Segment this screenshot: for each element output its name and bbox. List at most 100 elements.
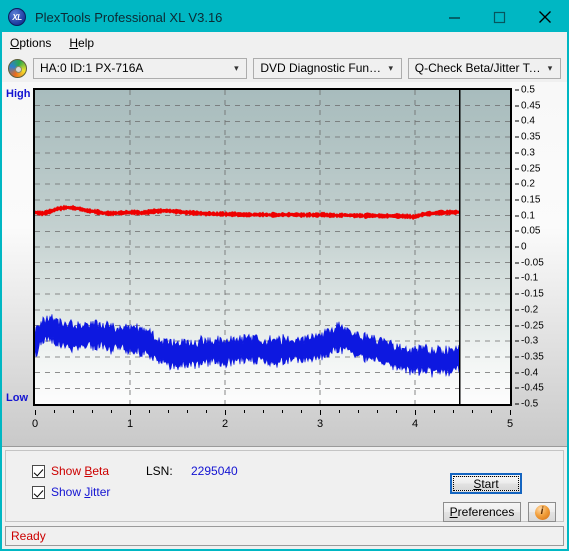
x-axis: 0 1 2 3 4 5 xyxy=(2,410,567,436)
info-button[interactable]: i xyxy=(528,502,556,522)
x-tick-mark xyxy=(282,410,283,413)
y-tick-label: -0.35 xyxy=(521,351,544,363)
x-tick-mark xyxy=(377,410,378,413)
x-tick-label: 5 xyxy=(506,418,514,430)
x-tick-label: 4 xyxy=(411,418,419,430)
close-icon[interactable] xyxy=(522,2,567,32)
y-tick-mark xyxy=(515,277,519,279)
y-tick-mark xyxy=(515,136,519,138)
lsn-value: 2295040 xyxy=(191,464,238,478)
menu-item-help[interactable]: Help xyxy=(69,36,94,50)
x-tick-mark xyxy=(130,410,131,415)
show-beta-label: Show Beta xyxy=(51,464,110,478)
y-tick-label: 0.35 xyxy=(521,131,541,143)
beta-jitter-plot xyxy=(33,88,512,406)
drive-select[interactable]: HA:0 ID:1 PX-716A ▾ xyxy=(33,57,248,79)
y-tick-mark xyxy=(515,356,519,358)
test-select[interactable]: Q-Check Beta/Jitter Test ▾ xyxy=(407,57,561,79)
toolbar: HA:0 ID:1 PX-716A ▾ DVD Diagnostic Funct… xyxy=(2,54,567,82)
x-tick-mark xyxy=(225,410,226,415)
x-tick-mark xyxy=(73,410,74,413)
y-tick-label: -0.3 xyxy=(521,335,539,347)
x-tick-mark xyxy=(453,410,454,413)
y-tick-mark xyxy=(515,168,519,169)
window-title: PlexTools Professional XL V3.16 xyxy=(35,9,223,25)
menu-item-help-label: elp xyxy=(78,36,95,50)
plot-canvas xyxy=(35,90,510,404)
y-tick-mark xyxy=(515,262,519,264)
x-tick-mark xyxy=(206,410,207,413)
chevron-down-icon: ▾ xyxy=(388,62,394,73)
y-tick-mark xyxy=(515,120,519,122)
y-tick-mark xyxy=(515,372,519,374)
x-tick-mark xyxy=(396,410,397,413)
y-tick-label: 0 xyxy=(521,241,527,253)
y-tick-label: -0.1 xyxy=(521,272,539,284)
x-tick-mark xyxy=(111,410,112,413)
y-tick-label: -0.45 xyxy=(521,382,544,394)
x-tick-label: 2 xyxy=(221,418,229,430)
show-beta-checkbox[interactable] xyxy=(32,464,45,478)
show-jitter-row[interactable]: Show Jitter xyxy=(32,485,110,499)
test-select-value: Q-Check Beta/Jitter Test xyxy=(414,61,542,75)
axis-low-label: Low xyxy=(6,392,28,404)
y-tick-mark xyxy=(515,340,519,342)
y-tick-mark xyxy=(515,89,519,91)
show-beta-row[interactable]: Show Beta xyxy=(32,464,109,478)
x-tick-mark xyxy=(263,410,264,413)
minimize-icon[interactable] xyxy=(432,2,477,32)
x-tick-mark xyxy=(168,410,169,413)
drive-select-value: HA:0 ID:1 PX-716A xyxy=(40,61,144,75)
y-tick-mark xyxy=(515,403,519,405)
x-tick-mark xyxy=(358,410,359,413)
show-jitter-checkbox[interactable] xyxy=(32,485,45,499)
x-tick-mark xyxy=(434,410,435,413)
y-tick-mark xyxy=(515,199,519,201)
x-tick-mark xyxy=(187,410,188,413)
x-tick-mark xyxy=(491,410,492,413)
x-tick-mark xyxy=(320,410,321,415)
y-tick-mark xyxy=(515,215,519,217)
y-tick-label: 0.3 xyxy=(521,147,535,159)
function-select-value: DVD Diagnostic Functions xyxy=(260,61,382,75)
info-icon: i xyxy=(534,504,550,520)
x-tick-mark xyxy=(35,410,36,415)
application-window: XL PlexTools Professional XL V3.16 Optio… xyxy=(0,0,569,551)
y-tick-mark xyxy=(515,325,519,326)
status-text: Ready xyxy=(11,529,46,543)
x-tick-mark xyxy=(339,410,340,413)
menu-item-options[interactable]: Options xyxy=(10,36,51,50)
maximize-icon[interactable] xyxy=(477,2,522,32)
menu-bar: Options Help xyxy=(2,32,567,54)
window-controls xyxy=(432,2,567,32)
chevron-down-icon: ▾ xyxy=(234,62,239,73)
function-select[interactable]: DVD Diagnostic Functions ▾ xyxy=(253,57,402,79)
y-tick-label: 0.5 xyxy=(521,84,535,96)
x-tick-label: 1 xyxy=(126,418,134,430)
y-tick-label: 0.15 xyxy=(521,194,541,206)
y-tick-label: 0.25 xyxy=(521,163,541,174)
preferences-button[interactable]: Preferences xyxy=(443,502,521,522)
y-tick-mark xyxy=(515,183,519,185)
y-tick-mark xyxy=(515,230,519,232)
y-tick-mark xyxy=(515,309,519,311)
show-jitter-label: Show Jitter xyxy=(51,485,111,499)
x-tick-mark xyxy=(92,410,93,413)
status-bar: Ready xyxy=(5,526,564,546)
title-bar: XL PlexTools Professional XL V3.16 xyxy=(2,2,567,32)
y-tick-label: 0.1 xyxy=(521,210,535,222)
x-tick-mark xyxy=(301,410,302,413)
chevron-down-icon: ▾ xyxy=(547,62,553,73)
preferences-button-label: Preferences xyxy=(449,505,515,519)
lsn-label: LSN: xyxy=(146,464,173,478)
y-tick-label: -0.15 xyxy=(521,288,544,300)
y-tick-label: -0.05 xyxy=(521,257,544,269)
y-tick-label: -0.2 xyxy=(521,304,539,316)
xl-logo-icon: XL xyxy=(8,8,26,26)
y-tick-label: 0.45 xyxy=(521,100,541,112)
start-button[interactable]: Start xyxy=(450,473,522,494)
y-tick-label: -0.5 xyxy=(521,398,539,410)
start-button-label: Start xyxy=(473,476,499,491)
y-tick-label: 0.2 xyxy=(521,178,535,190)
start-button-inner: Start xyxy=(453,476,519,491)
